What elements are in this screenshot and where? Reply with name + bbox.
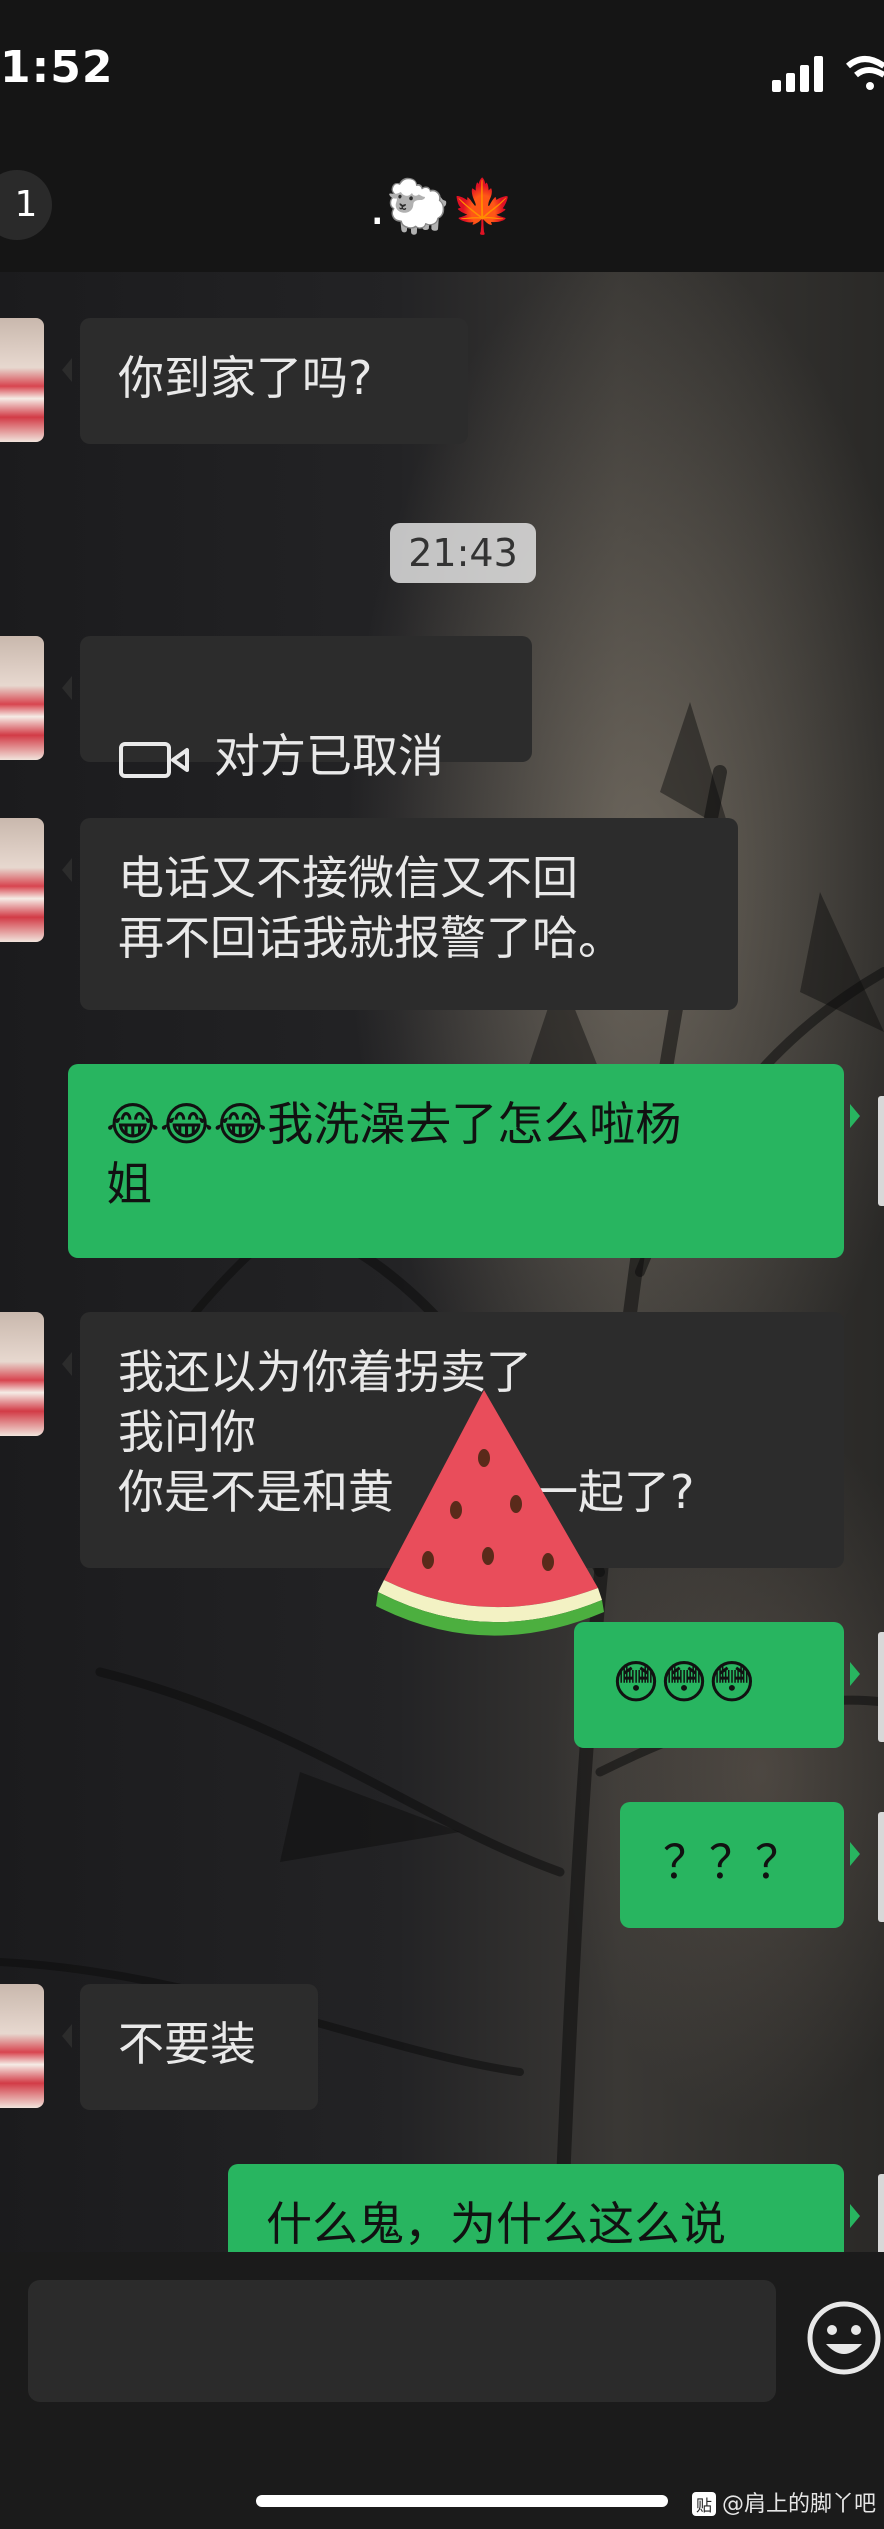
message-input[interactable] (28, 2280, 776, 2402)
tieba-logo-badge: 贴 (691, 2492, 716, 2516)
contact-avatar[interactable] (0, 318, 44, 442)
status-time: 1:52 (0, 42, 114, 93)
incoming-message-bubble[interactable]: 不要装 (62, 1984, 318, 2110)
chat-header: 1 .🐑🍁 (0, 150, 884, 272)
own-avatar-edge (878, 1812, 884, 1922)
incoming-message-bubble[interactable]: 电话又不接微信又不回 再不回话我就报警了哈。 (62, 818, 738, 1010)
contact-avatar[interactable] (0, 1984, 44, 2108)
emoji-face-icon[interactable] (804, 2298, 884, 2378)
message-timestamp: 21:43 (390, 523, 536, 583)
cellular-signal-icon (772, 56, 823, 92)
message-input-bar: 贴 @肩上的脚丫吧 (0, 2252, 884, 2529)
own-avatar-edge (878, 1632, 884, 1742)
watermelon-sticker-icon (376, 1390, 604, 1636)
chat-title: .🐑🍁 (368, 177, 516, 237)
outgoing-message-bubble[interactable]: 😳😳😳 (574, 1622, 860, 1748)
outgoing-message-bubble[interactable]: 😂😂😂我洗澡去了怎么啦杨 姐 (68, 1064, 860, 1258)
home-indicator[interactable] (256, 2495, 668, 2507)
outgoing-message-bubble[interactable]: ？？？ (620, 1802, 860, 1928)
tieba-watermark: 贴 @肩上的脚丫吧 (691, 2486, 876, 2518)
contact-avatar[interactable] (0, 818, 44, 942)
call-status-text: 对方已取消 (214, 729, 444, 783)
status-bar: 1:52 (0, 0, 884, 150)
incoming-message-bubble[interactable]: 你到家了吗? (62, 318, 468, 444)
contact-avatar[interactable] (0, 1312, 44, 1436)
video-call-icon (119, 741, 189, 778)
wifi-icon (846, 56, 884, 90)
contact-avatar[interactable] (0, 636, 44, 760)
cancelled-video-call-bubble[interactable]: 对方已取消 (62, 636, 532, 783)
watermark-text: @肩上的脚丫吧 (721, 2492, 876, 2517)
own-avatar-edge (878, 1096, 884, 1206)
